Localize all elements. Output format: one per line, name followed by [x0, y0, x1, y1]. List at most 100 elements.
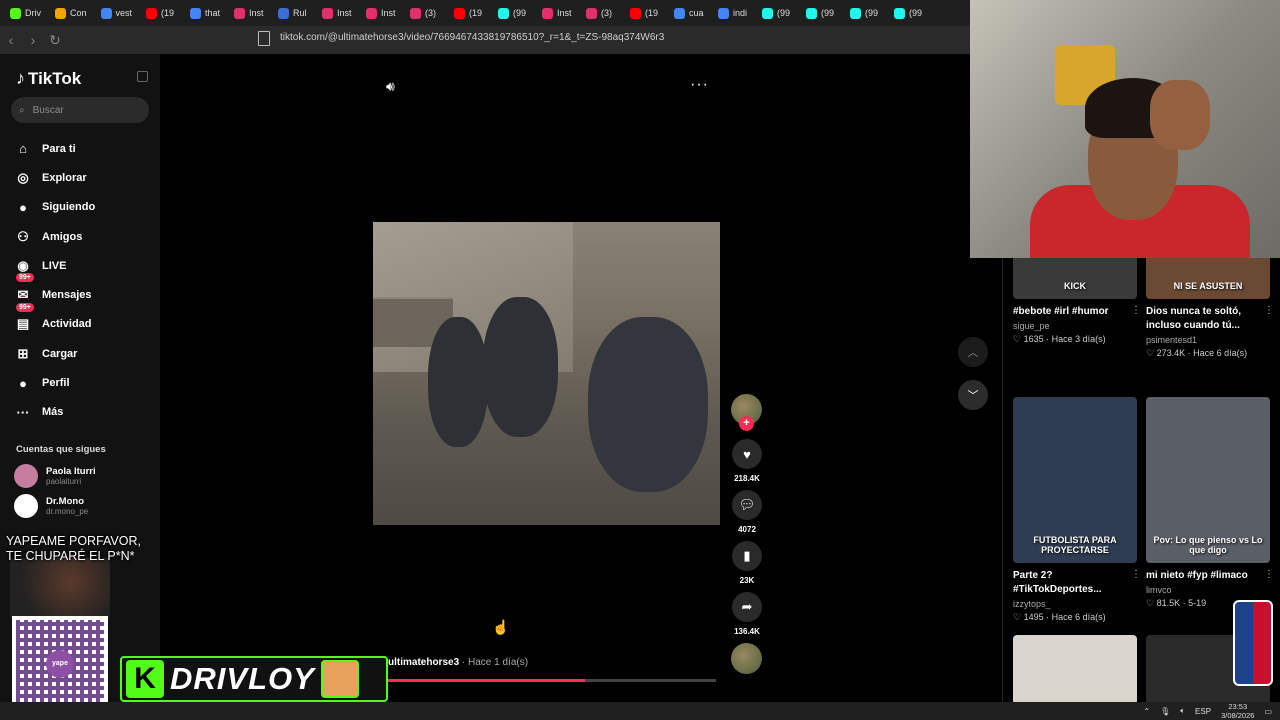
tab-label: Inst: [557, 8, 572, 18]
creator-avatar[interactable]: +: [731, 394, 762, 431]
notifications-icon[interactable]: ▭: [1264, 707, 1272, 716]
card-menu-icon[interactable]: ⋮: [1131, 569, 1141, 580]
browser-tab-strip: Driv Con vest (19 that Inst Rul Inst Inst (3) (19 (…: [0, 0, 970, 26]
browser-tab[interactable]: indi: [712, 2, 754, 24]
more-options-icon[interactable]: ···: [690, 76, 709, 94]
related-video-title[interactable]: #bebote #irl #humor: [1013, 305, 1137, 319]
sidebar-item[interactable]: ⚇ Amigos: [14, 222, 154, 251]
browser-tab[interactable]: Inst: [360, 2, 402, 24]
sidebar-item[interactable]: ··· Más: [14, 398, 154, 427]
url-field[interactable]: tiktok.com/@ultimatehorse3/video/7669467…: [280, 32, 664, 43]
sidebar-item[interactable]: ◎ Explorar: [14, 163, 154, 192]
related-video-user[interactable]: sigue_pe: [1013, 321, 1137, 331]
related-video-thumbnail[interactable]: [1013, 635, 1137, 705]
browser-tab[interactable]: vest: [95, 2, 139, 24]
browser-tab[interactable]: (99: [492, 2, 534, 24]
related-video-card[interactable]: Pov: Lo que pienso vs Lo que digo ⋮ mi nie…: [1146, 397, 1274, 609]
followed-account-text: Dr.Mono dr.mono_pe: [46, 496, 88, 516]
browser-tab[interactable]: Inst: [228, 2, 270, 24]
clock[interactable]: 23:53 3/08/2026: [1221, 702, 1254, 720]
save-action[interactable]: ▮ 23K: [731, 541, 763, 585]
forward-icon[interactable]: ›: [22, 32, 44, 48]
related-video-title[interactable]: Parte 2? #TikTokDeportes...: [1013, 569, 1137, 597]
related-video-card[interactable]: FUTBOLISTA PARA PROYECTARSE ⋮ Parte 2? #Ti…: [1013, 397, 1141, 623]
related-video-user[interactable]: izzytops_: [1013, 599, 1137, 609]
card-menu-icon[interactable]: ⋮: [1131, 305, 1141, 316]
sidebar-item[interactable]: ● Siguiendo: [14, 193, 154, 222]
tiktok-logo[interactable]: ♪ TikTok: [16, 68, 81, 89]
comment-icon[interactable]: 💬︎: [732, 490, 762, 520]
browser-tab[interactable]: (3): [404, 2, 446, 24]
followed-account-name: Dr.Mono: [46, 496, 84, 507]
browser-tab[interactable]: (99: [756, 2, 798, 24]
bookmark-save-icon[interactable]: ▮: [732, 541, 762, 571]
back-icon[interactable]: ‹: [0, 32, 22, 48]
tab-favicon-icon: [850, 7, 862, 19]
browser-tab[interactable]: Con: [49, 2, 93, 24]
tab-label: that: [205, 8, 221, 18]
language-indicator[interactable]: ESP: [1195, 707, 1211, 716]
related-video-thumbnail[interactable]: Pov: Lo que pienso vs Lo que digo: [1146, 397, 1270, 563]
heart-icon[interactable]: ♥: [732, 439, 762, 469]
follow-plus-icon[interactable]: +: [739, 416, 754, 431]
card-menu-icon[interactable]: ⋮: [1264, 569, 1274, 580]
mic-icon[interactable]: 🎙︎: [1160, 707, 1170, 716]
browser-tab[interactable]: (99: [844, 2, 886, 24]
comment-action[interactable]: 💬︎ 4072: [731, 490, 763, 534]
browser-tab[interactable]: (3): [580, 2, 622, 24]
thumbnail-caption: NI SE ASUSTEN: [1173, 281, 1243, 291]
browser-tab[interactable]: Inst: [316, 2, 358, 24]
save-count: 23K: [739, 576, 755, 585]
related-video-user[interactable]: limvco: [1146, 585, 1270, 595]
related-video-title[interactable]: Dios nunca te soltó, incluso cuando tú..…: [1146, 305, 1270, 333]
share-action[interactable]: ➦ 136.4K: [731, 592, 763, 636]
friends-icon: ⚇: [17, 228, 29, 244]
browser-tab[interactable]: Driv: [4, 2, 47, 24]
sidebar-item[interactable]: ▤ Actividad 99+: [14, 302, 154, 339]
sidebar-item[interactable]: ● Perfil: [14, 368, 154, 397]
sidebar-nav: ⌂ Para ti ◎ Explorar ● Siguiendo ⚇ Amigos ◉ LIVE ✉…: [14, 134, 154, 427]
related-video-user[interactable]: psimentesd1: [1146, 335, 1270, 345]
card-menu-icon[interactable]: ⋮: [1264, 305, 1274, 316]
bookmark-icon[interactable]: [258, 31, 270, 46]
share-icon[interactable]: ➦: [732, 592, 762, 622]
volume-icon[interactable]: 🔊︎: [386, 78, 395, 95]
sidebar-item[interactable]: ⊞ Cargar: [14, 339, 154, 368]
tab-favicon-icon: [100, 7, 112, 19]
brand-name: DRIVLOY: [170, 661, 315, 696]
browser-tab[interactable]: (19: [140, 2, 182, 24]
sidebar-item[interactable]: ⌂ Para ti: [14, 134, 154, 163]
related-video-thumbnail[interactable]: FUTBOLISTA PARA PROYECTARSE: [1013, 397, 1137, 563]
related-video-stats: ♡ 273.4K · Hace 6 día(s): [1146, 348, 1248, 358]
related-video-title[interactable]: mi nieto #fyp #limaco: [1146, 569, 1270, 583]
next-video-button[interactable]: ﹀: [958, 380, 988, 410]
tab-favicon-icon: [454, 7, 466, 19]
browser-tab[interactable]: Inst: [536, 2, 578, 24]
video-player[interactable]: [373, 222, 720, 525]
browser-tab[interactable]: (99: [800, 2, 842, 24]
browser-tab[interactable]: that: [184, 2, 226, 24]
speaker-icon[interactable]: 🔈︎: [1180, 706, 1185, 716]
like-action[interactable]: ♥ 218.4K: [731, 439, 763, 483]
browser-tab[interactable]: (99: [888, 2, 930, 24]
sidebar-item[interactable]: ✉ Mensajes 99+: [14, 273, 154, 309]
video-progress-bar[interactable]: [388, 679, 716, 682]
collapse-sidebar-icon[interactable]: [137, 71, 148, 82]
browser-tab[interactable]: (19: [624, 2, 666, 24]
reload-icon[interactable]: ↻: [44, 32, 66, 49]
followed-account[interactable]: Dr.Mono dr.mono_pe: [14, 494, 88, 518]
tray-chevron-icon[interactable]: ⌃: [1143, 707, 1150, 716]
comment-count: 4072: [738, 525, 756, 534]
sidebar-item[interactable]: ◉ LIVE: [14, 251, 154, 280]
music-disc-avatar[interactable]: [731, 643, 762, 674]
caption-username[interactable]: ultimatehorse3: [388, 657, 459, 668]
browser-tab[interactable]: cua: [668, 2, 710, 24]
followed-account[interactable]: Paola Iturri paolaiturri: [14, 464, 96, 488]
search-input[interactable]: ⌕ Buscar: [11, 97, 149, 123]
previous-video-button[interactable]: ︿: [958, 337, 988, 367]
tab-label: Inst: [337, 8, 352, 18]
tab-favicon-icon: [322, 7, 334, 19]
browser-tab[interactable]: (19: [448, 2, 490, 24]
browser-tab[interactable]: Rul: [272, 2, 314, 24]
tab-label: Inst: [381, 8, 396, 18]
